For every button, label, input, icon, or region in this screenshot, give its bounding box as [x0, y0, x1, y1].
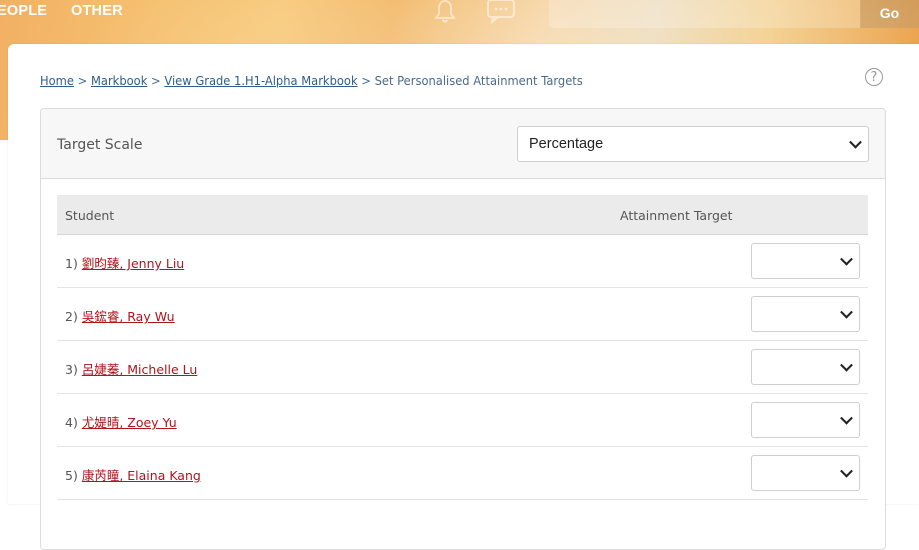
table-row: 1) 劉昀臻, Jenny Liu — [57, 235, 868, 288]
chevron-down-icon — [840, 464, 853, 478]
go-button[interactable]: Go — [860, 0, 919, 28]
row-index: 4) — [65, 415, 78, 430]
search-input[interactable] — [549, 0, 861, 28]
table-row: 2) 吳鋐睿, Ray Wu — [57, 288, 868, 341]
table-row: 3) 呂婕蓁, Michelle Lu — [57, 341, 868, 394]
chevron-down-icon — [840, 305, 853, 319]
chevron-down-icon — [840, 411, 853, 425]
table-row: 4) 尤媞晴, Zoey Yu — [57, 394, 868, 447]
main-card: Home > Markbook > View Grade 1.H1-Alpha Mark… — [8, 44, 919, 550]
student-link[interactable]: 吳鋐睿, Ray Wu — [82, 309, 175, 324]
attainment-target-select[interactable] — [751, 296, 860, 332]
row-index: 2) — [65, 309, 78, 324]
nav-people[interactable]: EOPLE — [0, 3, 47, 19]
student-link[interactable]: 尤媞晴, Zoey Yu — [82, 415, 177, 430]
breadcrumb-markbook[interactable]: Markbook — [91, 73, 147, 88]
student-link[interactable]: 呂婕蓁, Michelle Lu — [82, 362, 197, 377]
nav-other[interactable]: OTHER — [71, 3, 123, 19]
student-link[interactable]: 康芮瞳, Elaina Kang — [82, 468, 201, 483]
table-header: Student Attainment Target — [57, 195, 868, 235]
target-scale-label: Target Scale — [57, 137, 143, 153]
attainment-target-select[interactable] — [751, 243, 860, 279]
chat-icon[interactable] — [486, 0, 516, 28]
breadcrumb-home[interactable]: Home — [40, 73, 74, 88]
target-scale-select[interactable]: Percentage — [517, 126, 869, 162]
column-student: Student — [65, 208, 115, 223]
row-index: 5) — [65, 468, 78, 483]
target-scale-row: Target Scale Percentage — [41, 109, 885, 179]
row-index: 1) — [65, 256, 78, 271]
targets-panel: Target Scale Percentage Student Attainme… — [40, 108, 886, 550]
attainment-target-select[interactable] — [751, 455, 860, 491]
target-scale-value: Percentage — [529, 136, 604, 152]
bell-icon[interactable] — [432, 0, 458, 28]
student-link[interactable]: 劉昀臻, Jenny Liu — [82, 256, 184, 271]
students-table: Student Attainment Target 1) 劉昀臻, Jenny … — [57, 195, 868, 500]
chevron-down-icon — [840, 358, 853, 372]
attainment-target-select[interactable] — [751, 402, 860, 438]
chevron-down-icon — [840, 252, 853, 266]
row-index: 3) — [65, 362, 78, 377]
breadcrumb-current: Set Personalised Attainment Targets — [374, 73, 583, 88]
help-icon[interactable]: ? — [865, 68, 883, 86]
breadcrumb-view-markbook[interactable]: View Grade 1.H1-Alpha Markbook — [164, 73, 357, 88]
column-attainment-target: Attainment Target — [620, 208, 733, 223]
chevron-down-icon — [849, 135, 862, 149]
attainment-target-select[interactable] — [751, 349, 860, 385]
table-row: 5) 康芮瞳, Elaina Kang — [57, 447, 868, 500]
breadcrumb: Home > Markbook > View Grade 1.H1-Alpha Mark… — [40, 73, 583, 88]
